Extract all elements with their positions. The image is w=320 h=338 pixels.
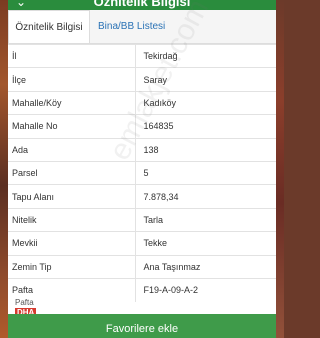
row-label-ilce: İlçe bbox=[8, 67, 136, 92]
row-value-tapu-alani: 7.878,34 bbox=[135, 184, 276, 209]
modal-header: ⌄ Öznitelik Bilgisi bbox=[8, 0, 276, 10]
row-label-il: İl bbox=[8, 43, 136, 68]
table-row: İl Tekirdağ bbox=[8, 43, 276, 68]
row-value-ada: 138 bbox=[135, 137, 276, 162]
tab-building-list[interactable]: Bina/BB Listesi bbox=[92, 10, 171, 43]
tab-bar: Öznitelik Bilgisi Bina/BB Listesi bbox=[8, 10, 276, 44]
table-row: Mevkii Tekke bbox=[8, 231, 276, 256]
row-value-mahalle-no: 164835 bbox=[135, 114, 276, 139]
background-photo-right bbox=[276, 0, 284, 338]
row-label-mahalle-no: Mahalle No bbox=[8, 114, 136, 139]
table-row: Mahalle/Köy Kadıköy bbox=[8, 90, 276, 115]
table-row: Nitelik Tarla bbox=[8, 207, 276, 232]
background-photo-left bbox=[0, 0, 8, 338]
modal-title: Öznitelik Bilgisi bbox=[93, 0, 191, 9]
row-value-zemin-tip: Ana Taşınmaz bbox=[135, 254, 276, 279]
table-row: İlçe Saray bbox=[8, 67, 276, 92]
dha-logo-line1: Pafta bbox=[15, 298, 34, 307]
table-row: Zemin Tip Ana Taşınmaz bbox=[8, 254, 276, 279]
row-label-nitelik: Nitelik bbox=[8, 207, 136, 232]
table-row: Mahalle No 164835 bbox=[8, 114, 276, 139]
add-to-favorites-button[interactable]: Favorilere ekle bbox=[8, 314, 276, 338]
row-label-zemin-tip: Zemin Tip bbox=[8, 254, 136, 279]
row-label-ada: Ada bbox=[8, 137, 136, 162]
attribute-info-modal: ⌄ Öznitelik Bilgisi Öznitelik Bilgisi Bi… bbox=[8, 0, 276, 338]
row-value-mahalle: Kadıköy bbox=[135, 90, 276, 115]
row-value-il: Tekirdağ bbox=[135, 43, 276, 68]
row-value-mevkii: Tekke bbox=[135, 231, 276, 256]
row-value-ilce: Saray bbox=[135, 67, 276, 92]
row-label-mevkii: Mevkii bbox=[8, 231, 136, 256]
row-label-parsel: Parsel bbox=[8, 160, 136, 185]
row-value-parsel: 5 bbox=[135, 160, 276, 185]
table-row: Tapu Alanı 7.878,34 bbox=[8, 184, 276, 209]
row-label-mahalle: Mahalle/Köy bbox=[8, 90, 136, 115]
row-value-nitelik: Tarla bbox=[135, 207, 276, 232]
table-row: Parsel 5 bbox=[8, 160, 276, 185]
table-row: Pafta F19-A-09-A-2 bbox=[8, 277, 276, 302]
table-row: Ada 138 bbox=[8, 137, 276, 162]
tab-attribute-info[interactable]: Öznitelik Bilgisi bbox=[8, 10, 90, 43]
attribute-table: İl Tekirdağ İlçe Saray Mahalle/Köy Kadık… bbox=[8, 43, 276, 302]
row-value-pafta: F19-A-09-A-2 bbox=[135, 277, 276, 302]
row-label-tapu-alani: Tapu Alanı bbox=[8, 184, 136, 209]
